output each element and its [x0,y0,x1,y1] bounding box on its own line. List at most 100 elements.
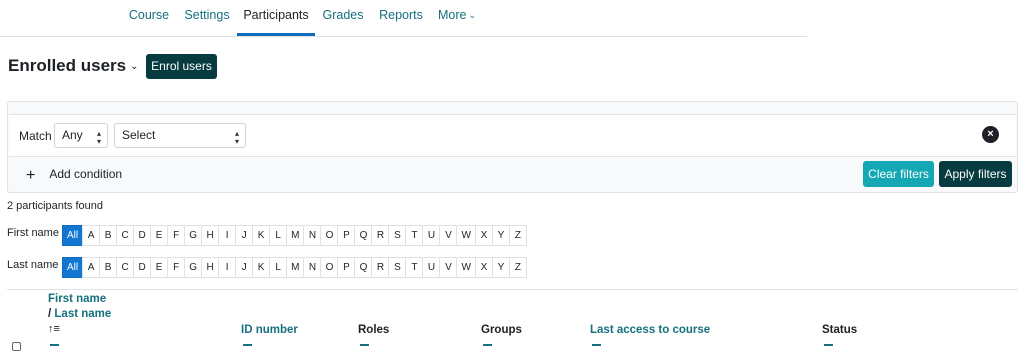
initial-letter-button[interactable]: L [269,257,288,278]
enrol-users-button[interactable]: Enrol users [146,54,217,79]
initial-letter-button[interactable]: Y [491,225,510,246]
clear-filters-button[interactable]: Clear filters [863,161,934,187]
initial-letter-button[interactable]: D [133,225,152,246]
sort-first-name-link[interactable]: First name [48,293,106,305]
apply-filters-button[interactable]: Apply filters [939,161,1012,187]
initial-letter-button[interactable]: G [184,257,203,278]
collapse-column-icon[interactable] [592,344,601,346]
initial-letter-button[interactable]: P [337,257,356,278]
initial-letter-button[interactable]: N [303,257,322,278]
plus-icon: + [26,167,36,184]
initial-letter-button[interactable]: I [218,257,237,278]
tab-reports[interactable]: Reports [377,0,425,36]
initial-all-button[interactable]: All [62,225,84,246]
initial-letter-button[interactable]: E [150,225,169,246]
initial-letter-button[interactable]: F [167,257,186,278]
initial-letter-button[interactable]: S [388,257,407,278]
add-condition-label: Add condition [49,167,123,181]
initial-letter-button[interactable]: Z [508,257,527,278]
initial-letter-button[interactable]: C [116,257,135,278]
collapse-column-icon[interactable] [483,344,492,346]
initial-letter-button[interactable]: S [388,225,407,246]
initial-letter-button[interactable]: H [201,225,220,246]
chevron-down-icon: ⌄ [130,61,139,72]
roles-column-header: Roles [358,324,390,336]
initial-all-button[interactable]: All [62,257,84,278]
select-all-checkbox[interactable] [12,342,21,351]
initial-letter-button[interactable]: Q [354,257,373,278]
initial-letter-button[interactable]: M [286,225,305,246]
add-condition-button[interactable]: + Add condition [26,167,122,185]
initial-letter-button[interactable]: C [116,225,135,246]
initial-letter-button[interactable]: X [474,225,493,246]
initial-letter-button[interactable]: B [99,257,118,278]
initial-letter-button[interactable]: V [439,257,458,278]
initial-letter-button[interactable]: R [371,225,390,246]
initial-letter-button[interactable]: E [150,257,169,278]
initial-letter-button[interactable]: L [269,225,288,246]
status-column-header: Status [822,324,858,336]
table-divider [7,289,1018,290]
name-column-header: / Last name [48,308,111,320]
tab-grades[interactable]: Grades [320,0,366,36]
initial-letter-button[interactable]: G [184,225,203,246]
filter-panel: Match Any ▴ ▾ Select ▴ ▾ × + Add conditio… [7,101,1018,193]
tab-more[interactable]: More ⌄ [436,0,478,36]
initial-letter-button[interactable]: Z [508,225,527,246]
last-name-initial-label: Last name [7,259,59,271]
collapse-column-icon[interactable] [50,344,59,346]
filter-type-select[interactable]: Select ▴ ▾ [114,123,246,148]
tab-settings[interactable]: Settings [183,0,231,36]
initial-letter-button[interactable]: A [82,257,101,278]
initial-letter-button[interactable]: H [201,257,220,278]
select-arrows-icon: ▴ ▾ [96,129,101,146]
initial-letter-button[interactable]: K [252,257,271,278]
match-select[interactable]: Any ▴ ▾ [54,123,108,148]
initial-letter-button[interactable]: R [371,257,390,278]
match-label: Match [19,129,52,143]
initial-letter-button[interactable]: U [422,257,441,278]
initial-letter-button[interactable]: D [133,257,152,278]
sort-ascending-icon: ↑≡ [48,323,60,335]
initial-letter-button[interactable]: J [235,257,254,278]
initial-letter-button[interactable]: B [99,225,118,246]
initial-letter-button[interactable]: O [320,225,339,246]
initial-letter-button[interactable]: N [303,225,322,246]
initial-letter-button[interactable]: X [474,257,493,278]
sort-last-name-link[interactable]: Last name [54,308,111,320]
first-name-initial-label: First name [7,227,59,239]
secondary-navigation: Course Settings Participants Grades Repo… [0,0,807,37]
initial-letter-button[interactable]: U [422,225,441,246]
initial-letter-button[interactable]: M [286,257,305,278]
sort-last-access-link[interactable]: Last access to course [590,324,710,336]
initial-letter-button[interactable]: Y [491,257,510,278]
initial-letter-button[interactable]: I [218,225,237,246]
initial-letter-button[interactable]: O [320,257,339,278]
initial-letter-button[interactable]: K [252,225,271,246]
remove-condition-icon[interactable]: × [982,126,999,143]
collapse-column-icon[interactable] [360,344,369,346]
initial-letter-button[interactable]: T [405,257,424,278]
last-name-initials-bar: All A B C D E F G H I J K L M N O P Q R S T U V W X Y Z [62,257,527,278]
first-name-initials-bar: All A B C D E F G H I J K L M N O P Q R S T U V W X Y Z [62,225,527,246]
initial-letter-button[interactable]: F [167,225,186,246]
match-select-value: Any [62,128,83,142]
initial-letter-button[interactable]: W [456,225,476,246]
initial-letter-button[interactable]: W [456,257,476,278]
tab-participants[interactable]: Participants [237,0,315,36]
page-title[interactable]: Enrolled users ⌄ [8,56,139,76]
initial-letter-button[interactable]: V [439,225,458,246]
initial-letter-button[interactable]: A [82,225,101,246]
tab-course[interactable]: Course [124,0,174,36]
collapse-column-icon[interactable] [824,344,833,346]
initial-letter-button[interactable]: Q [354,225,373,246]
initial-letter-button[interactable]: P [337,225,356,246]
collapse-column-icon[interactable] [243,344,252,346]
tab-more-label: More [437,8,467,22]
initial-letter-button[interactable]: T [405,225,424,246]
name-separator: / [48,308,52,320]
initial-letter-button[interactable]: J [235,225,254,246]
sort-id-number-link[interactable]: ID number [241,324,298,336]
chevron-down-icon: ⌄ [468,10,477,20]
filter-row: Match Any ▴ ▾ Select ▴ ▾ × [9,114,1016,157]
